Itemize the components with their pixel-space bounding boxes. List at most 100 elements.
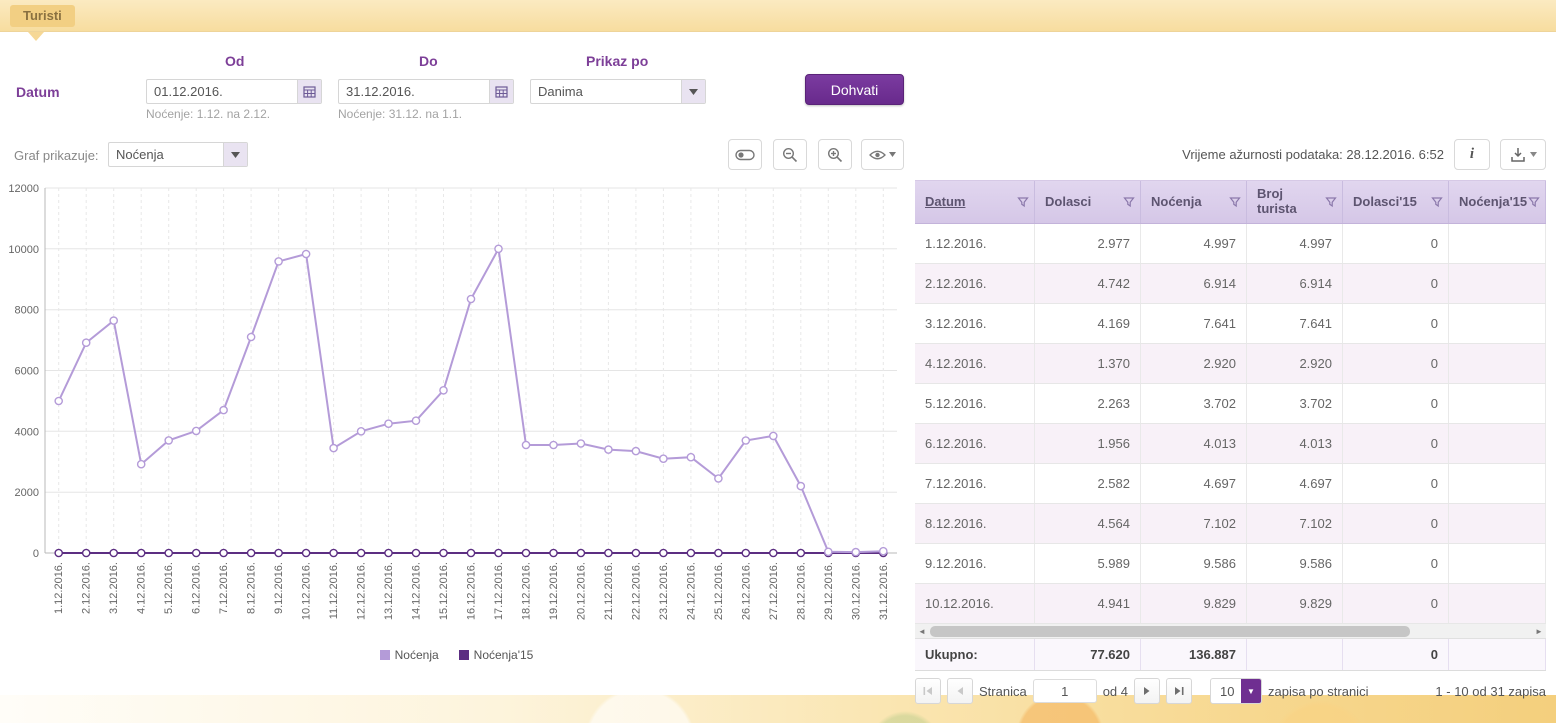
- date-from-field[interactable]: [146, 79, 322, 104]
- cell-value: 4.013: [1247, 424, 1343, 463]
- last-page-button[interactable]: [1166, 678, 1192, 704]
- table-row[interactable]: 9.12.2016.5.9899.5869.5860: [915, 544, 1546, 584]
- cell-value: 6.914: [1247, 264, 1343, 303]
- cell-value: 2.920: [1247, 344, 1343, 383]
- column-header-0[interactable]: Datum: [915, 181, 1035, 223]
- line-chart[interactable]: 0200040006000800010000120001.12.2016.2.1…: [8, 182, 905, 644]
- cell-value: 0: [1343, 264, 1449, 303]
- date-to-input[interactable]: [339, 80, 489, 103]
- total-value: [1247, 639, 1343, 670]
- next-page-button[interactable]: [1134, 678, 1160, 704]
- calendar-icon[interactable]: [489, 80, 513, 103]
- prev-page-button[interactable]: [947, 678, 973, 704]
- horizontal-scrollbar[interactable]: ◄ ►: [915, 624, 1546, 639]
- filter-icon[interactable]: [1017, 196, 1029, 208]
- table-row[interactable]: 10.12.2016.4.9419.8299.8290: [915, 584, 1546, 624]
- svg-text:29.12.2016.: 29.12.2016.: [823, 562, 835, 620]
- scrollbar-thumb[interactable]: [930, 626, 1410, 637]
- legend-label: Noćenja'15: [474, 648, 534, 662]
- zoom-out-icon: [782, 147, 798, 163]
- calendar-icon[interactable]: [297, 80, 321, 103]
- filter-icon[interactable]: [1229, 196, 1241, 208]
- column-header-label: Broj turista: [1257, 187, 1322, 217]
- graf-select[interactable]: Noćenja: [108, 142, 248, 167]
- table-row[interactable]: 7.12.2016.2.5824.6974.6970: [915, 464, 1546, 504]
- cell-date: 3.12.2016.: [915, 304, 1035, 343]
- cell-value: 2.920: [1141, 344, 1247, 383]
- svg-text:5.12.2016.: 5.12.2016.: [163, 562, 175, 614]
- table-row[interactable]: 5.12.2016.2.2633.7023.7020: [915, 384, 1546, 424]
- table-row[interactable]: 3.12.2016.4.1697.6417.6410: [915, 304, 1546, 344]
- cell-date: 7.12.2016.: [915, 464, 1035, 503]
- prikaz-po-select[interactable]: Danima: [530, 79, 706, 104]
- chevron-down-icon[interactable]: ▼: [1241, 679, 1261, 703]
- datum-label: Datum: [16, 84, 60, 100]
- legend-item[interactable]: Noćenja: [380, 648, 439, 662]
- column-header-5[interactable]: Noćenja'15: [1449, 181, 1546, 223]
- column-header-label: Noćenja: [1151, 195, 1202, 210]
- info-button[interactable]: i: [1454, 139, 1490, 170]
- svg-text:19.12.2016.: 19.12.2016.: [548, 562, 560, 620]
- chevron-down-icon[interactable]: [223, 143, 247, 166]
- page-number-input[interactable]: [1033, 679, 1097, 703]
- table-row[interactable]: 4.12.2016.1.3702.9202.9200: [915, 344, 1546, 384]
- column-header-2[interactable]: Noćenja: [1141, 181, 1247, 223]
- cell-value: 1.956: [1035, 424, 1141, 463]
- cell-value: 0: [1343, 424, 1449, 463]
- filter-icon[interactable]: [1123, 196, 1135, 208]
- svg-text:13.12.2016.: 13.12.2016.: [383, 562, 395, 620]
- cell-value: 9.829: [1141, 584, 1247, 623]
- cell-value: 6.914: [1141, 264, 1247, 303]
- cell-date: 6.12.2016.: [915, 424, 1035, 463]
- table-row[interactable]: 1.12.2016.2.9774.9974.9970: [915, 224, 1546, 264]
- date-from-input[interactable]: [147, 80, 297, 103]
- export-button[interactable]: [1500, 139, 1546, 170]
- cell-value: [1449, 504, 1546, 543]
- chevron-down-icon[interactable]: [681, 80, 705, 103]
- chart-toggle-button[interactable]: [728, 139, 762, 170]
- cell-date: 1.12.2016.: [915, 224, 1035, 263]
- zoom-in-button[interactable]: [818, 139, 852, 170]
- cell-value: [1449, 344, 1546, 383]
- first-page-button[interactable]: [915, 678, 941, 704]
- table-row[interactable]: 8.12.2016.4.5647.1027.1020: [915, 504, 1546, 544]
- prev-page-icon: [956, 686, 964, 696]
- column-header-4[interactable]: Dolasci'15: [1343, 181, 1449, 223]
- legend-label: Noćenja: [395, 648, 439, 662]
- svg-text:2000: 2000: [15, 487, 39, 499]
- zoom-out-button[interactable]: [773, 139, 807, 170]
- dohvati-button[interactable]: Dohvati: [805, 74, 904, 105]
- tab-turisti[interactable]: Turisti: [10, 5, 75, 27]
- page-size-value: 10: [1211, 684, 1241, 699]
- table-row[interactable]: 2.12.2016.4.7426.9146.9140: [915, 264, 1546, 304]
- column-header-1[interactable]: Dolasci: [1035, 181, 1141, 223]
- cell-value: 0: [1343, 224, 1449, 263]
- table-row[interactable]: 6.12.2016.1.9564.0134.0130: [915, 424, 1546, 464]
- svg-text:10000: 10000: [8, 244, 39, 256]
- total-value: [1449, 639, 1546, 670]
- cell-value: 4.742: [1035, 264, 1141, 303]
- date-to-field[interactable]: [338, 79, 514, 104]
- svg-text:31.12.2016.: 31.12.2016.: [878, 562, 890, 620]
- next-page-icon: [1143, 686, 1151, 696]
- column-header-3[interactable]: Broj turista: [1247, 181, 1343, 223]
- svg-text:24.12.2016.: 24.12.2016.: [685, 562, 697, 620]
- svg-text:1.12.2016.: 1.12.2016.: [53, 562, 65, 614]
- cell-value: 0: [1343, 544, 1449, 583]
- page-size-select[interactable]: 10 ▼: [1210, 678, 1262, 704]
- cell-value: 4.697: [1141, 464, 1247, 503]
- series-visibility-button[interactable]: [861, 139, 904, 170]
- scroll-right-arrow[interactable]: ►: [1532, 624, 1546, 639]
- legend-item[interactable]: Noćenja'15: [459, 648, 534, 662]
- total-value: 0: [1343, 639, 1449, 670]
- filter-icon[interactable]: [1431, 196, 1443, 208]
- pagination-bar: Stranica od 4 10 ▼ zapisa po stranici 1 …: [915, 676, 1546, 706]
- cell-value: 0: [1343, 584, 1449, 623]
- page-count-label: od 4: [1103, 684, 1128, 699]
- svg-text:30.12.2016.: 30.12.2016.: [850, 562, 862, 620]
- scroll-left-arrow[interactable]: ◄: [915, 624, 929, 639]
- chart-area: 0200040006000800010000120001.12.2016.2.1…: [8, 182, 905, 664]
- filter-icon[interactable]: [1528, 196, 1540, 208]
- svg-text:8000: 8000: [15, 305, 39, 317]
- filter-icon[interactable]: [1325, 196, 1337, 208]
